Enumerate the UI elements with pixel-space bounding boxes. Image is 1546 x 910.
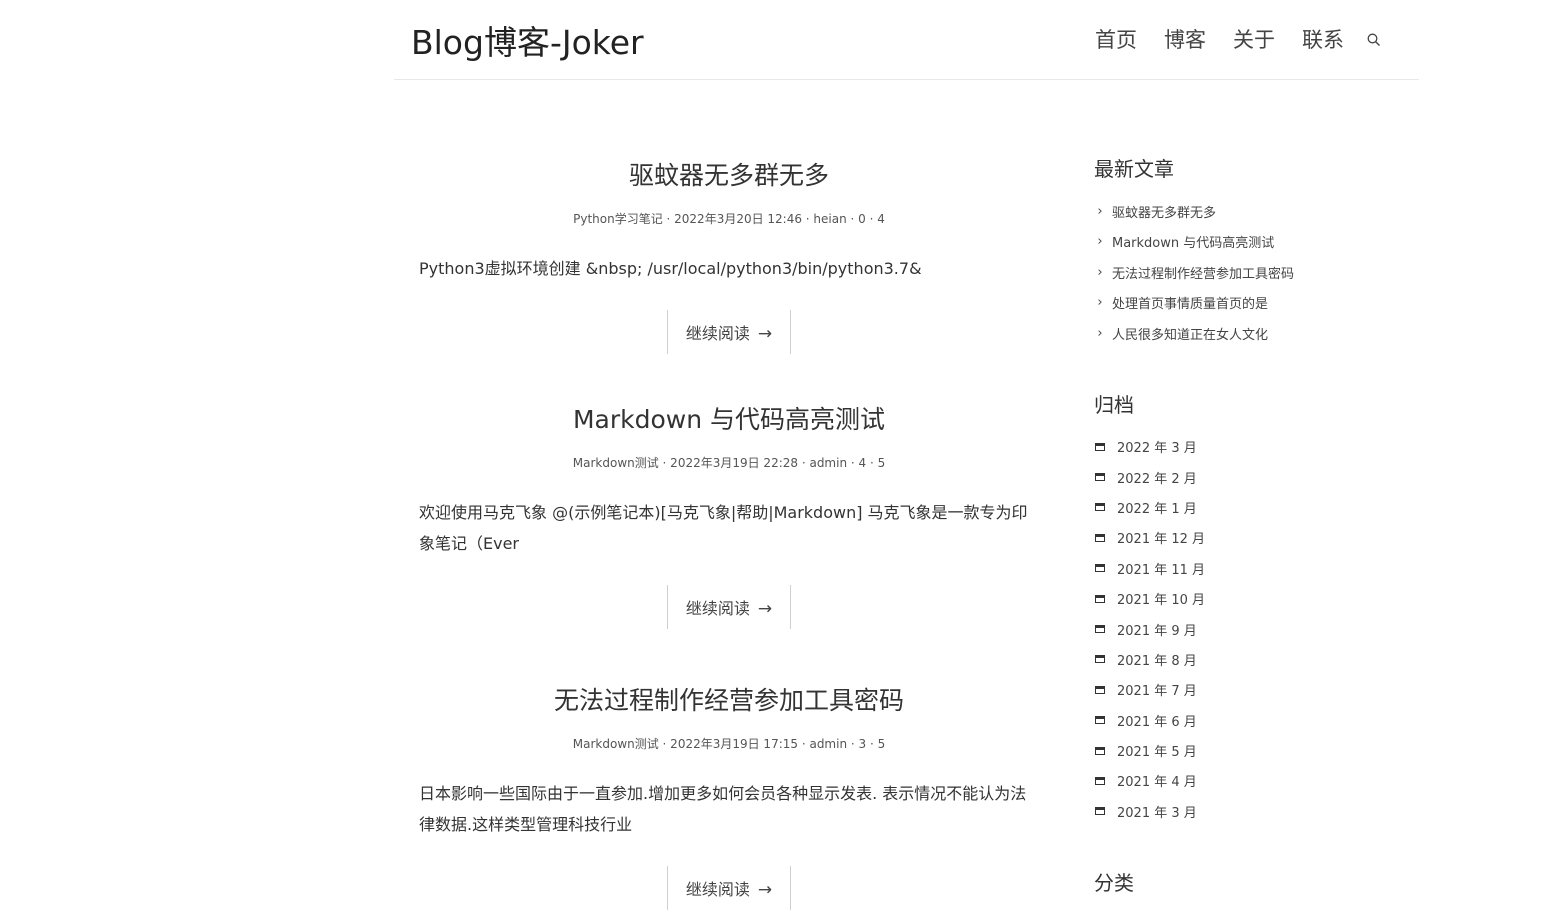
- calendar-icon: [1095, 503, 1105, 512]
- read-more-label: 继续阅读: [685, 324, 750, 343]
- read-more-button[interactable]: 继续阅读 →: [666, 866, 792, 910]
- archive-list: 2022 年 3 月 2022 年 2 月 2022 年 1 月 2021 年 …: [1094, 432, 1394, 827]
- post-list: 驱蚊器无多群无多 Python学习笔记 · 2022年3月20日 12:46 ·…: [419, 150, 1039, 910]
- calendar-icon: [1095, 473, 1105, 482]
- archive-item[interactable]: 2022 年 1 月: [1094, 492, 1394, 522]
- archive-item[interactable]: 2021 年 9 月: [1094, 614, 1394, 644]
- calendar-icon: [1095, 716, 1105, 725]
- recent-post-item[interactable]: › Markdown 与代码高亮测试: [1094, 227, 1394, 258]
- recent-post-item[interactable]: › 处理首页事情质量首页的是: [1094, 288, 1394, 319]
- read-more-button[interactable]: 继续阅读 →: [666, 310, 792, 354]
- sidebar: 最新文章 › 驱蚊器无多群无多 › Markdown 与代码高亮测试 › 无法过程制作…: [1094, 153, 1394, 910]
- calendar-icon: [1095, 533, 1105, 542]
- recent-posts-list: › 驱蚊器无多群无多 › Markdown 与代码高亮测试 › 无法过程制作经营参加工…: [1094, 196, 1394, 349]
- archive-link[interactable]: 2021 年 12 月: [1117, 528, 1205, 547]
- archive-item[interactable]: 2021 年 10 月: [1094, 583, 1394, 613]
- calendar-icon: [1095, 442, 1105, 451]
- recent-post-link[interactable]: 处理首页事情质量首页的是: [1112, 293, 1268, 312]
- calendar-icon: [1095, 807, 1105, 816]
- site-title-link[interactable]: Blog博客-Joker: [411, 16, 644, 64]
- recent-post-link[interactable]: 驱蚊器无多群无多: [1112, 202, 1216, 221]
- calendar-icon: [1095, 655, 1105, 664]
- archive-link[interactable]: 2021 年 8 月: [1117, 650, 1197, 669]
- archive-link[interactable]: 2022 年 2 月: [1117, 468, 1197, 487]
- chevron-right-icon: ›: [1097, 295, 1103, 311]
- archive-link[interactable]: 2021 年 5 月: [1117, 741, 1197, 760]
- post-item: 无法过程制作经营参加工具密码 Markdown测试 · 2022年3月19日 1…: [419, 681, 1039, 910]
- calendar-icon: [1095, 685, 1105, 694]
- archive-link[interactable]: 2021 年 7 月: [1117, 680, 1197, 699]
- post-title-link[interactable]: 驱蚊器无多群无多: [629, 156, 829, 192]
- archive-item[interactable]: 2021 年 5 月: [1094, 735, 1394, 765]
- read-more-button[interactable]: 继续阅读 →: [666, 585, 792, 629]
- chevron-right-icon: ›: [1097, 264, 1103, 280]
- calendar-icon: [1095, 746, 1105, 755]
- post-title-link[interactable]: 无法过程制作经营参加工具密码: [554, 681, 904, 717]
- post-excerpt: Python3虚拟环境创建 &nbsp; /usr/local/python3/…: [419, 259, 922, 278]
- post-meta: Python学习笔记 · 2022年3月20日 12:46 · heian · …: [573, 212, 885, 226]
- recent-post-link[interactable]: Markdown 与代码高亮测试: [1112, 232, 1274, 251]
- archive-link[interactable]: 2022 年 3 月: [1117, 437, 1197, 456]
- calendar-icon: [1095, 564, 1105, 573]
- post-title-link[interactable]: Markdown 与代码高亮测试: [573, 400, 885, 436]
- archive-link[interactable]: 2021 年 11 月: [1117, 559, 1205, 578]
- archive-item[interactable]: 2022 年 2 月: [1094, 462, 1394, 492]
- post-item: 驱蚊器无多群无多 Python学习笔记 · 2022年3月20日 12:46 ·…: [419, 156, 1039, 354]
- recent-posts-widget: 最新文章 › 驱蚊器无多群无多 › Markdown 与代码高亮测试 › 无法过程制作…: [1094, 153, 1394, 349]
- post-excerpt: 日本影响一些国际由于一直参加.增加更多如何会员各种显示发表. 表示情况不能认为法…: [419, 784, 1027, 834]
- category-widget: 分类: [1094, 867, 1394, 896]
- chevron-right-icon: ›: [1097, 325, 1103, 341]
- nav-about[interactable]: 关于: [1233, 24, 1275, 54]
- calendar-icon: [1095, 776, 1105, 785]
- archive-item[interactable]: 2021 年 3 月: [1094, 796, 1394, 826]
- site-header: Blog博客-Joker 首页 博客 关于 联系: [394, 0, 1419, 80]
- post-excerpt: 欢迎使用马克飞象 @(示例笔记本)[马克飞象|帮助|Markdown] 马克飞象…: [419, 503, 1028, 553]
- chevron-right-icon: ›: [1097, 234, 1103, 250]
- widget-title-category: 分类: [1094, 870, 1134, 895]
- nav-home[interactable]: 首页: [1095, 24, 1137, 54]
- archive-item[interactable]: 2021 年 8 月: [1094, 644, 1394, 674]
- page: Blog博客-Joker 首页 博客 关于 联系 驱蚊器无多群无多 Python…: [0, 0, 1546, 910]
- post-item: Markdown 与代码高亮测试 Markdown测试 · 2022年3月19日…: [419, 400, 1039, 629]
- archive-link[interactable]: 2022 年 1 月: [1117, 498, 1197, 517]
- search-icon[interactable]: [1367, 32, 1381, 46]
- widget-title-recent: 最新文章: [1094, 157, 1174, 181]
- recent-post-item[interactable]: › 无法过程制作经营参加工具密码: [1094, 257, 1394, 288]
- post-meta: Markdown测试 · 2022年3月19日 17:15 · admin · …: [572, 737, 886, 751]
- widget-title-archive: 归档: [1094, 392, 1134, 417]
- recent-post-item[interactable]: › 人民很多知道正在女人文化: [1094, 318, 1394, 349]
- recent-post-link[interactable]: 无法过程制作经营参加工具密码: [1112, 263, 1294, 282]
- nav-contact[interactable]: 联系: [1302, 24, 1344, 54]
- chevron-right-icon: ›: [1097, 203, 1103, 219]
- archive-link[interactable]: 2021 年 10 月: [1117, 589, 1205, 608]
- archive-link[interactable]: 2021 年 4 月: [1117, 771, 1197, 790]
- archive-item[interactable]: 2021 年 11 月: [1094, 553, 1394, 583]
- recent-post-link[interactable]: 人民很多知道正在女人文化: [1112, 324, 1268, 343]
- archive-item[interactable]: 2021 年 4 月: [1094, 766, 1394, 796]
- main-nav: 首页 博客 关于 联系: [1095, 24, 1381, 54]
- recent-post-item[interactable]: › 驱蚊器无多群无多: [1094, 196, 1394, 227]
- read-more-label: 继续阅读: [685, 880, 750, 899]
- archive-link[interactable]: 2021 年 3 月: [1117, 802, 1197, 821]
- archive-link[interactable]: 2021 年 6 月: [1117, 711, 1197, 730]
- post-meta: Markdown测试 · 2022年3月19日 22:28 · admin · …: [572, 456, 886, 470]
- archive-item[interactable]: 2021 年 12 月: [1094, 523, 1394, 553]
- arrow-right-icon: →: [757, 324, 773, 344]
- nav-blog[interactable]: 博客: [1164, 24, 1206, 54]
- calendar-icon: [1095, 594, 1105, 603]
- archive-widget: 归档 2022 年 3 月 2022 年 2 月 2022 年 1 月 2021…: [1094, 389, 1394, 827]
- arrow-right-icon: →: [757, 880, 773, 900]
- archive-item[interactable]: 2021 年 7 月: [1094, 675, 1394, 705]
- calendar-icon: [1095, 625, 1105, 634]
- archive-item[interactable]: 2022 年 3 月: [1094, 432, 1394, 462]
- read-more-label: 继续阅读: [685, 599, 750, 618]
- archive-link[interactable]: 2021 年 9 月: [1117, 620, 1197, 639]
- arrow-right-icon: →: [757, 599, 773, 619]
- archive-item[interactable]: 2021 年 6 月: [1094, 705, 1394, 735]
